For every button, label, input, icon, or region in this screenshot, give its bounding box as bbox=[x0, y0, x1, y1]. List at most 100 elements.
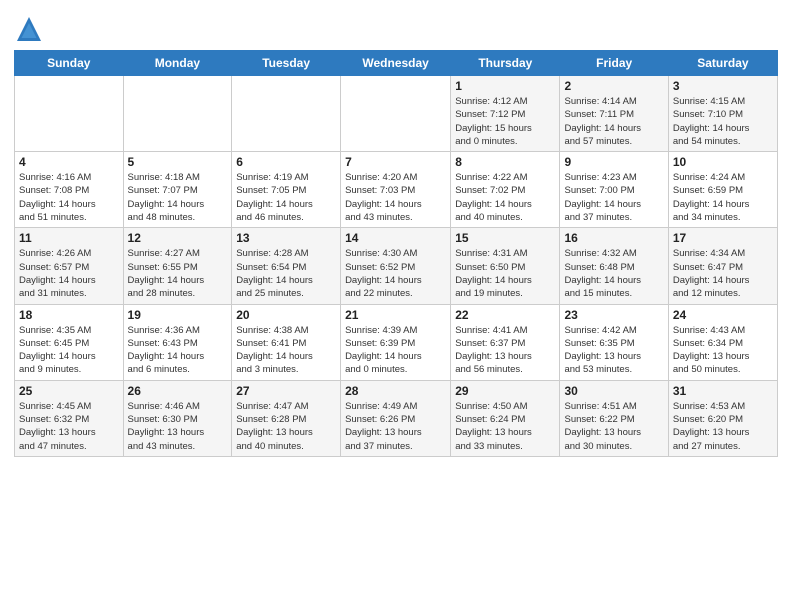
calendar-cell: 21 Sunrise: 4:39 AMSunset: 6:39 PMDayligh… bbox=[341, 304, 451, 380]
calendar-week-row: 11Sunrise: 4:26 AMSunset: 6:57 PMDayligh… bbox=[15, 228, 778, 304]
day-number: 27 bbox=[236, 384, 336, 398]
calendar-cell: 11Sunrise: 4:26 AMSunset: 6:57 PMDayligh… bbox=[15, 228, 124, 304]
day-number: 28 bbox=[345, 384, 446, 398]
day-info: Sunrise: 4:42 AMSunset: 6:35 PMDaylight:… bbox=[564, 324, 663, 377]
logo bbox=[14, 14, 48, 44]
day-info: Sunrise: 4:30 AMSunset: 6:52 PMDaylight:… bbox=[345, 247, 446, 300]
day-info: Sunrise: 4:45 AMSunset: 6:32 PMDaylight:… bbox=[19, 400, 119, 453]
day-info: Sunrise: 4:20 AMSunset: 7:03 PMDaylight:… bbox=[345, 171, 446, 224]
calendar-cell: 2 Sunrise: 4:14 AMSunset: 7:11 PMDaylight… bbox=[560, 76, 668, 152]
day-number: 31 bbox=[673, 384, 773, 398]
day-info: Sunrise: 4:15 AMSunset: 7:10 PMDaylight:… bbox=[673, 95, 773, 148]
calendar-cell: 9 Sunrise: 4:23 AMSunset: 7:00 PMDaylight… bbox=[560, 152, 668, 228]
day-info: Sunrise: 4:39 AMSunset: 6:39 PMDaylight:… bbox=[345, 324, 446, 377]
calendar-week-row: 4Sunrise: 4:16 AMSunset: 7:08 PMDaylight… bbox=[15, 152, 778, 228]
calendar-header: SundayMondayTuesdayWednesdayThursdayFrid… bbox=[15, 51, 778, 76]
day-of-week-header: Sunday bbox=[15, 51, 124, 76]
day-number: 8 bbox=[455, 155, 555, 169]
calendar-cell bbox=[123, 76, 232, 152]
calendar-cell: 6 Sunrise: 4:19 AMSunset: 7:05 PMDaylight… bbox=[232, 152, 341, 228]
calendar-cell: 19 Sunrise: 4:36 AMSunset: 6:43 PMDayligh… bbox=[123, 304, 232, 380]
logo-icon bbox=[14, 14, 44, 44]
calendar-cell: 1Sunrise: 4:12 AMSunset: 7:12 PMDaylight… bbox=[451, 76, 560, 152]
calendar-cell: 29 Sunrise: 4:50 AMSunset: 6:24 PMDayligh… bbox=[451, 380, 560, 456]
day-number: 22 bbox=[455, 308, 555, 322]
calendar-cell bbox=[341, 76, 451, 152]
day-of-week-header: Thursday bbox=[451, 51, 560, 76]
day-of-week-header: Saturday bbox=[668, 51, 777, 76]
day-info: Sunrise: 4:32 AMSunset: 6:48 PMDaylight:… bbox=[564, 247, 663, 300]
calendar-week-row: 1Sunrise: 4:12 AMSunset: 7:12 PMDaylight… bbox=[15, 76, 778, 152]
day-number: 13 bbox=[236, 231, 336, 245]
calendar-cell: 14 Sunrise: 4:30 AMSunset: 6:52 PMDayligh… bbox=[341, 228, 451, 304]
day-info: Sunrise: 4:46 AMSunset: 6:30 PMDaylight:… bbox=[128, 400, 228, 453]
day-number: 19 bbox=[128, 308, 228, 322]
day-number: 5 bbox=[128, 155, 228, 169]
calendar-cell: 23Sunrise: 4:42 AMSunset: 6:35 PMDayligh… bbox=[560, 304, 668, 380]
day-info: Sunrise: 4:34 AMSunset: 6:47 PMDaylight:… bbox=[673, 247, 773, 300]
day-info: Sunrise: 4:47 AMSunset: 6:28 PMDaylight:… bbox=[236, 400, 336, 453]
day-info: Sunrise: 4:28 AMSunset: 6:54 PMDaylight:… bbox=[236, 247, 336, 300]
calendar-week-row: 25 Sunrise: 4:45 AMSunset: 6:32 PMDayligh… bbox=[15, 380, 778, 456]
calendar-cell: 31 Sunrise: 4:53 AMSunset: 6:20 PMDayligh… bbox=[668, 380, 777, 456]
day-info: Sunrise: 4:19 AMSunset: 7:05 PMDaylight:… bbox=[236, 171, 336, 224]
calendar-cell: 15 Sunrise: 4:31 AMSunset: 6:50 PMDayligh… bbox=[451, 228, 560, 304]
calendar-week-row: 18Sunrise: 4:35 AMSunset: 6:45 PMDayligh… bbox=[15, 304, 778, 380]
day-info: Sunrise: 4:51 AMSunset: 6:22 PMDaylight:… bbox=[564, 400, 663, 453]
day-info: Sunrise: 4:53 AMSunset: 6:20 PMDaylight:… bbox=[673, 400, 773, 453]
day-number: 20 bbox=[236, 308, 336, 322]
calendar-cell: 25 Sunrise: 4:45 AMSunset: 6:32 PMDayligh… bbox=[15, 380, 124, 456]
calendar-cell: 3 Sunrise: 4:15 AMSunset: 7:10 PMDaylight… bbox=[668, 76, 777, 152]
day-number: 15 bbox=[455, 231, 555, 245]
day-info: Sunrise: 4:16 AMSunset: 7:08 PMDaylight:… bbox=[19, 171, 119, 224]
calendar-cell: 17 Sunrise: 4:34 AMSunset: 6:47 PMDayligh… bbox=[668, 228, 777, 304]
day-number: 9 bbox=[564, 155, 663, 169]
day-info: Sunrise: 4:35 AMSunset: 6:45 PMDaylight:… bbox=[19, 324, 119, 377]
day-number: 6 bbox=[236, 155, 336, 169]
calendar-table: SundayMondayTuesdayWednesdayThursdayFrid… bbox=[14, 50, 778, 457]
day-info: Sunrise: 4:50 AMSunset: 6:24 PMDaylight:… bbox=[455, 400, 555, 453]
page: SundayMondayTuesdayWednesdayThursdayFrid… bbox=[0, 0, 792, 612]
day-info: Sunrise: 4:23 AMSunset: 7:00 PMDaylight:… bbox=[564, 171, 663, 224]
day-info: Sunrise: 4:12 AMSunset: 7:12 PMDaylight:… bbox=[455, 95, 555, 148]
day-number: 7 bbox=[345, 155, 446, 169]
day-number: 2 bbox=[564, 79, 663, 93]
calendar-cell: 4Sunrise: 4:16 AMSunset: 7:08 PMDaylight… bbox=[15, 152, 124, 228]
calendar-cell: 27 Sunrise: 4:47 AMSunset: 6:28 PMDayligh… bbox=[232, 380, 341, 456]
calendar-cell: 22 Sunrise: 4:41 AMSunset: 6:37 PMDayligh… bbox=[451, 304, 560, 380]
calendar-cell bbox=[15, 76, 124, 152]
day-info: Sunrise: 4:49 AMSunset: 6:26 PMDaylight:… bbox=[345, 400, 446, 453]
calendar-cell: 18Sunrise: 4:35 AMSunset: 6:45 PMDayligh… bbox=[15, 304, 124, 380]
day-number: 12 bbox=[128, 231, 228, 245]
calendar-cell: 20 Sunrise: 4:38 AMSunset: 6:41 PMDayligh… bbox=[232, 304, 341, 380]
day-info: Sunrise: 4:18 AMSunset: 7:07 PMDaylight:… bbox=[128, 171, 228, 224]
calendar-cell: 7 Sunrise: 4:20 AMSunset: 7:03 PMDaylight… bbox=[341, 152, 451, 228]
day-number: 3 bbox=[673, 79, 773, 93]
calendar-cell: 8 Sunrise: 4:22 AMSunset: 7:02 PMDaylight… bbox=[451, 152, 560, 228]
calendar-cell: 5 Sunrise: 4:18 AMSunset: 7:07 PMDaylight… bbox=[123, 152, 232, 228]
day-number: 21 bbox=[345, 308, 446, 322]
day-number: 10 bbox=[673, 155, 773, 169]
header-row: SundayMondayTuesdayWednesdayThursdayFrid… bbox=[15, 51, 778, 76]
day-number: 17 bbox=[673, 231, 773, 245]
day-of-week-header: Monday bbox=[123, 51, 232, 76]
day-number: 25 bbox=[19, 384, 119, 398]
day-info: Sunrise: 4:14 AMSunset: 7:11 PMDaylight:… bbox=[564, 95, 663, 148]
calendar-cell bbox=[232, 76, 341, 152]
calendar-cell: 16Sunrise: 4:32 AMSunset: 6:48 PMDayligh… bbox=[560, 228, 668, 304]
day-info: Sunrise: 4:31 AMSunset: 6:50 PMDaylight:… bbox=[455, 247, 555, 300]
day-info: Sunrise: 4:38 AMSunset: 6:41 PMDaylight:… bbox=[236, 324, 336, 377]
day-info: Sunrise: 4:24 AMSunset: 6:59 PMDaylight:… bbox=[673, 171, 773, 224]
calendar-cell: 10 Sunrise: 4:24 AMSunset: 6:59 PMDayligh… bbox=[668, 152, 777, 228]
calendar-cell: 28 Sunrise: 4:49 AMSunset: 6:26 PMDayligh… bbox=[341, 380, 451, 456]
calendar-cell: 12Sunrise: 4:27 AMSunset: 6:55 PMDayligh… bbox=[123, 228, 232, 304]
calendar-cell: 26Sunrise: 4:46 AMSunset: 6:30 PMDayligh… bbox=[123, 380, 232, 456]
day-info: Sunrise: 4:41 AMSunset: 6:37 PMDaylight:… bbox=[455, 324, 555, 377]
day-number: 24 bbox=[673, 308, 773, 322]
day-info: Sunrise: 4:36 AMSunset: 6:43 PMDaylight:… bbox=[128, 324, 228, 377]
day-info: Sunrise: 4:22 AMSunset: 7:02 PMDaylight:… bbox=[455, 171, 555, 224]
day-number: 30 bbox=[564, 384, 663, 398]
day-number: 14 bbox=[345, 231, 446, 245]
day-number: 29 bbox=[455, 384, 555, 398]
day-of-week-header: Wednesday bbox=[341, 51, 451, 76]
